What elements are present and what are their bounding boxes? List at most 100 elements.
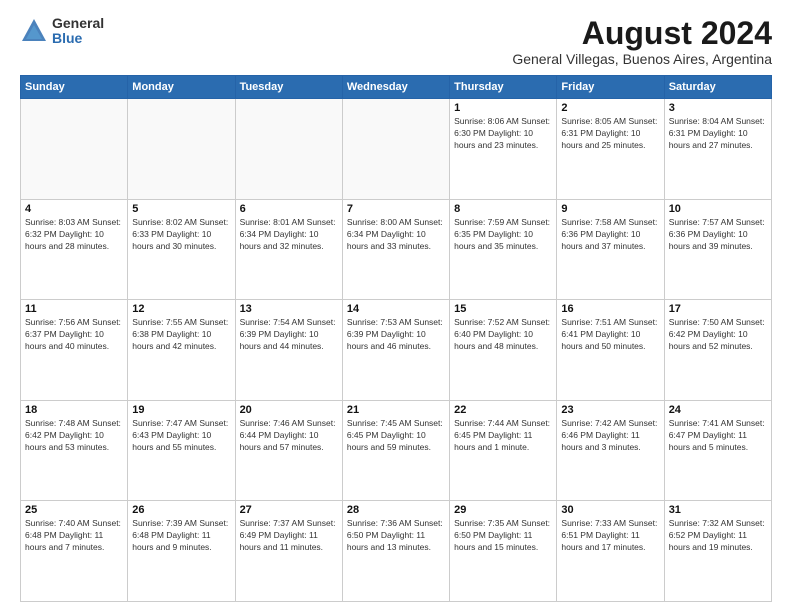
day-number: 8 [454, 203, 552, 215]
table-row: 30Sunrise: 7:33 AM Sunset: 6:51 PM Dayli… [557, 501, 664, 602]
day-info: Sunrise: 7:35 AM Sunset: 6:50 PM Dayligh… [454, 518, 552, 554]
table-row: 26Sunrise: 7:39 AM Sunset: 6:48 PM Dayli… [128, 501, 235, 602]
table-row: 6Sunrise: 8:01 AM Sunset: 6:34 PM Daylig… [235, 199, 342, 300]
day-info: Sunrise: 7:58 AM Sunset: 6:36 PM Dayligh… [561, 217, 659, 253]
table-row: 2 Sunrise: 8:05 AM Sunset: 6:31 PM Daylig… [557, 99, 664, 200]
day-number: 2 [561, 102, 659, 114]
table-row: 29 Sunrise: 7:35 AM Sunset: 6:50 PM Dayli… [450, 501, 557, 602]
table-row: 23Sunrise: 7:42 AM Sunset: 6:46 PM Dayli… [557, 400, 664, 501]
day-info: Sunrise: 7:50 AM Sunset: 6:42 PM Dayligh… [669, 317, 767, 353]
day-info: Sunrise: 8:04 AM Sunset: 6:31 PM Dayligh… [669, 116, 767, 152]
table-row: 13 Sunrise: 7:54 AM Sunset: 6:39 PM Dayli… [235, 300, 342, 401]
calendar-week-3: 11 Sunrise: 7:56 AM Sunset: 6:37 PM Dayli… [21, 300, 772, 401]
table-row: 31 Sunrise: 7:32 AM Sunset: 6:52 PM Dayli… [664, 501, 771, 602]
day-info: Sunrise: 8:00 AM Sunset: 6:34 PM Dayligh… [347, 217, 445, 253]
day-info: Sunrise: 7:40 AM Sunset: 6:48 PM Dayligh… [25, 518, 123, 554]
table-row: 3 Sunrise: 8:04 AM Sunset: 6:31 PM Daylig… [664, 99, 771, 200]
table-row: 11 Sunrise: 7:56 AM Sunset: 6:37 PM Dayli… [21, 300, 128, 401]
page-header: General Blue August 2024 General Villega… [20, 16, 772, 67]
day-info: Sunrise: 7:46 AM Sunset: 6:44 PM Dayligh… [240, 418, 338, 454]
day-number: 19 [132, 404, 230, 416]
table-row: 7Sunrise: 8:00 AM Sunset: 6:34 PM Daylig… [342, 199, 449, 300]
day-number: 15 [454, 303, 552, 315]
calendar-week-4: 18 Sunrise: 7:48 AM Sunset: 6:42 PM Dayli… [21, 400, 772, 501]
day-number: 29 [454, 504, 552, 516]
table-row: 8 Sunrise: 7:59 AM Sunset: 6:35 PM Daylig… [450, 199, 557, 300]
day-info: Sunrise: 7:32 AM Sunset: 6:52 PM Dayligh… [669, 518, 767, 554]
day-number: 6 [240, 203, 338, 215]
header-saturday: Saturday [664, 76, 771, 99]
day-number: 30 [561, 504, 659, 516]
day-number: 24 [669, 404, 767, 416]
table-row: 17 Sunrise: 7:50 AM Sunset: 6:42 PM Dayli… [664, 300, 771, 401]
day-number: 11 [25, 303, 123, 315]
table-row: 28Sunrise: 7:36 AM Sunset: 6:50 PM Dayli… [342, 501, 449, 602]
day-number: 23 [561, 404, 659, 416]
table-row: 25 Sunrise: 7:40 AM Sunset: 6:48 PM Dayli… [21, 501, 128, 602]
day-info: Sunrise: 7:54 AM Sunset: 6:39 PM Dayligh… [240, 317, 338, 353]
table-row: 12Sunrise: 7:55 AM Sunset: 6:38 PM Dayli… [128, 300, 235, 401]
day-info: Sunrise: 7:57 AM Sunset: 6:36 PM Dayligh… [669, 217, 767, 253]
header-monday: Monday [128, 76, 235, 99]
day-number: 12 [132, 303, 230, 315]
table-row [342, 99, 449, 200]
day-number: 4 [25, 203, 123, 215]
title-section: August 2024 General Villegas, Buenos Air… [512, 16, 772, 67]
table-row: 14 Sunrise: 7:53 AM Sunset: 6:39 PM Dayli… [342, 300, 449, 401]
day-number: 16 [561, 303, 659, 315]
table-row: 1Sunrise: 8:06 AM Sunset: 6:30 PM Daylig… [450, 99, 557, 200]
day-number: 25 [25, 504, 123, 516]
day-number: 13 [240, 303, 338, 315]
day-info: Sunrise: 7:47 AM Sunset: 6:43 PM Dayligh… [132, 418, 230, 454]
header-tuesday: Tuesday [235, 76, 342, 99]
day-info: Sunrise: 7:52 AM Sunset: 6:40 PM Dayligh… [454, 317, 552, 353]
header-friday: Friday [557, 76, 664, 99]
day-number: 31 [669, 504, 767, 516]
calendar-header-row: Sunday Monday Tuesday Wednesday Thursday… [21, 76, 772, 99]
day-info: Sunrise: 7:59 AM Sunset: 6:35 PM Dayligh… [454, 217, 552, 253]
day-number: 17 [669, 303, 767, 315]
table-row [21, 99, 128, 200]
day-number: 9 [561, 203, 659, 215]
day-number: 27 [240, 504, 338, 516]
month-year-title: August 2024 [512, 16, 772, 51]
logo-blue-text: Blue [52, 31, 104, 46]
table-row: 15 Sunrise: 7:52 AM Sunset: 6:40 PM Dayli… [450, 300, 557, 401]
table-row: 5Sunrise: 8:02 AM Sunset: 6:33 PM Daylig… [128, 199, 235, 300]
day-number: 3 [669, 102, 767, 114]
table-row: 18 Sunrise: 7:48 AM Sunset: 6:42 PM Dayli… [21, 400, 128, 501]
table-row: 16Sunrise: 7:51 AM Sunset: 6:41 PM Dayli… [557, 300, 664, 401]
logo: General Blue [20, 16, 104, 47]
day-info: Sunrise: 8:05 AM Sunset: 6:31 PM Dayligh… [561, 116, 659, 152]
calendar-week-2: 4Sunrise: 8:03 AM Sunset: 6:32 PM Daylig… [21, 199, 772, 300]
day-number: 14 [347, 303, 445, 315]
table-row: 10 Sunrise: 7:57 AM Sunset: 6:36 PM Dayli… [664, 199, 771, 300]
day-number: 21 [347, 404, 445, 416]
table-row: 20Sunrise: 7:46 AM Sunset: 6:44 PM Dayli… [235, 400, 342, 501]
logo-general-text: General [52, 16, 104, 31]
day-info: Sunrise: 7:44 AM Sunset: 6:45 PM Dayligh… [454, 418, 552, 454]
table-row [128, 99, 235, 200]
table-row [235, 99, 342, 200]
day-number: 28 [347, 504, 445, 516]
table-row: 27Sunrise: 7:37 AM Sunset: 6:49 PM Dayli… [235, 501, 342, 602]
day-number: 1 [454, 102, 552, 114]
day-number: 10 [669, 203, 767, 215]
header-sunday: Sunday [21, 76, 128, 99]
table-row: 9 Sunrise: 7:58 AM Sunset: 6:36 PM Daylig… [557, 199, 664, 300]
day-number: 18 [25, 404, 123, 416]
day-info: Sunrise: 7:48 AM Sunset: 6:42 PM Dayligh… [25, 418, 123, 454]
header-thursday: Thursday [450, 76, 557, 99]
day-info: Sunrise: 7:45 AM Sunset: 6:45 PM Dayligh… [347, 418, 445, 454]
table-row: 19 Sunrise: 7:47 AM Sunset: 6:43 PM Dayli… [128, 400, 235, 501]
table-row: 4Sunrise: 8:03 AM Sunset: 6:32 PM Daylig… [21, 199, 128, 300]
day-number: 22 [454, 404, 552, 416]
day-info: Sunrise: 7:56 AM Sunset: 6:37 PM Dayligh… [25, 317, 123, 353]
day-info: Sunrise: 7:53 AM Sunset: 6:39 PM Dayligh… [347, 317, 445, 353]
table-row: 21 Sunrise: 7:45 AM Sunset: 6:45 PM Dayli… [342, 400, 449, 501]
day-info: Sunrise: 7:41 AM Sunset: 6:47 PM Dayligh… [669, 418, 767, 454]
logo-icon [20, 17, 48, 45]
header-wednesday: Wednesday [342, 76, 449, 99]
day-info: Sunrise: 7:39 AM Sunset: 6:48 PM Dayligh… [132, 518, 230, 554]
calendar-week-5: 25 Sunrise: 7:40 AM Sunset: 6:48 PM Dayli… [21, 501, 772, 602]
